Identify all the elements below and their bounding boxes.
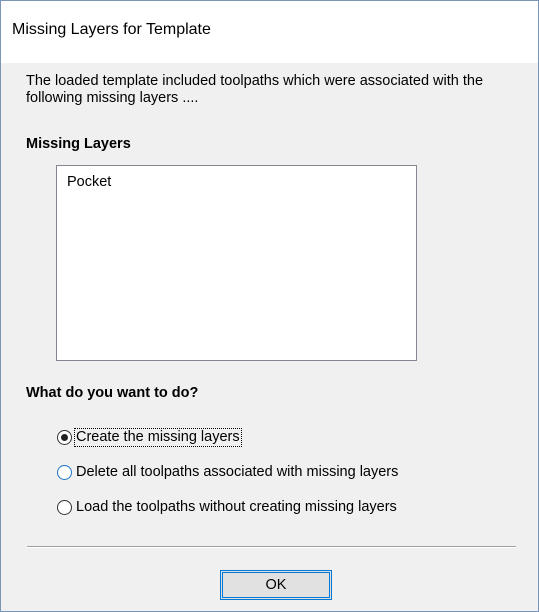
missing-layers-dialog: Missing Layers for Template The loaded t… (0, 0, 539, 612)
ok-button[interactable]: OK (220, 570, 332, 600)
radio-option-create-layers[interactable]: Create the missing layers (57, 427, 242, 447)
radio-button[interactable] (57, 499, 72, 515)
radio-button[interactable] (57, 464, 72, 480)
radio-label[interactable]: Create the missing layers (74, 427, 242, 447)
radio-option-load-without-creating[interactable]: Load the toolpaths without creating miss… (57, 497, 398, 517)
dialog-title: Missing Layers for Template (12, 21, 211, 38)
intro-message: The loaded template included toolpaths w… (26, 73, 484, 106)
title-bar: Missing Layers for Template (1, 1, 538, 63)
radio-button-checked[interactable] (57, 429, 72, 445)
radio-label[interactable]: Load the toolpaths without creating miss… (75, 499, 398, 516)
radio-option-delete-toolpaths[interactable]: Delete all toolpaths associated with mis… (57, 462, 399, 482)
missing-layers-label: Missing Layers (26, 136, 131, 152)
separator-line (27, 546, 516, 548)
missing-layers-list[interactable]: Pocket (56, 165, 417, 361)
action-question-label: What do you want to do? (26, 385, 199, 401)
radio-label[interactable]: Delete all toolpaths associated with mis… (75, 464, 399, 481)
list-item[interactable]: Pocket (67, 174, 111, 191)
